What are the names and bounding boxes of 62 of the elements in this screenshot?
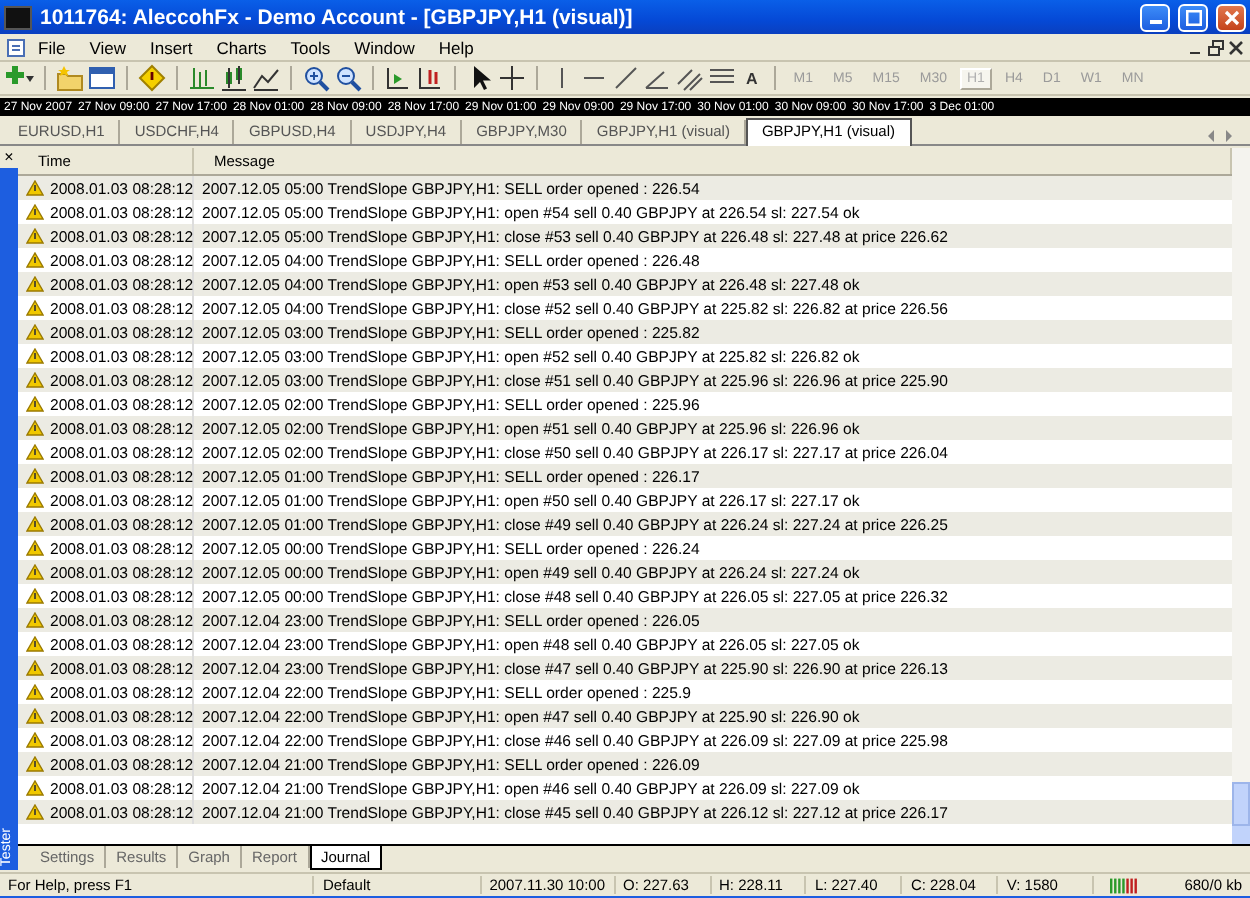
menu-item[interactable]: Charts: [204, 37, 279, 57]
warning-icon: [26, 756, 44, 772]
minimize-button[interactable]: [1140, 3, 1170, 31]
warning-icon: [26, 228, 44, 244]
candlestick-icon[interactable]: [220, 64, 248, 92]
warning-icon: [26, 684, 44, 700]
close-button[interactable]: [1216, 3, 1246, 31]
warning-icon: [26, 492, 44, 508]
connection-bars-icon: [1110, 877, 1141, 893]
bar-chart-icon[interactable]: [188, 64, 216, 92]
channel-icon[interactable]: [676, 64, 704, 92]
app-icon: [4, 5, 32, 29]
warning-icon: [26, 204, 44, 220]
menu-item[interactable]: Window: [342, 37, 427, 57]
text-tool[interactable]: A: [740, 69, 764, 87]
warning-icon: [26, 324, 44, 340]
warning-icon: [26, 804, 44, 820]
maximize-icon: [1185, 9, 1201, 25]
warning-icon: [26, 516, 44, 532]
menu-item[interactable]: Help: [426, 37, 486, 57]
folder-star-icon[interactable]: [56, 64, 84, 92]
warning-icon: [26, 276, 44, 292]
chart-shift-icon[interactable]: [384, 64, 412, 92]
window-title: 1011764: AleccohFx - Demo Account - [GBPJPY,H1 (visual)]: [40, 5, 635, 29]
warning-icon: [26, 660, 44, 676]
menu-item[interactable]: Insert: [137, 37, 205, 57]
warning-icon: [26, 588, 44, 604]
warning-icon: [26, 564, 44, 580]
menu-doc-icon: [6, 37, 26, 57]
close-icon[interactable]: [1228, 39, 1244, 55]
maximize-button[interactable]: [1178, 3, 1208, 31]
warning-icon: [26, 180, 44, 196]
line-chart-icon[interactable]: [252, 64, 280, 92]
crosshair-icon[interactable]: [498, 64, 526, 92]
warning-icon: [26, 612, 44, 628]
zoom-out-icon[interactable]: [334, 64, 362, 92]
window-icon[interactable]: [88, 64, 116, 92]
minimize-icon: [1149, 20, 1161, 24]
scrollbar[interactable]: [1232, 148, 1250, 844]
restore-icon[interactable]: [1208, 39, 1224, 55]
warning-icon: [26, 252, 44, 268]
menu-item[interactable]: View: [77, 37, 138, 57]
menu-item[interactable]: Tools: [278, 37, 343, 57]
warning-icon: [26, 708, 44, 724]
warning-icon: [26, 468, 44, 484]
warning-icon: [26, 372, 44, 388]
panel-close[interactable]: ×: [0, 148, 18, 168]
trend-line-icon[interactable]: [612, 64, 640, 92]
warning-icon: [26, 540, 44, 556]
autoscroll-icon[interactable]: [416, 64, 444, 92]
warning-icon: [26, 396, 44, 412]
warning-icon: [26, 300, 44, 316]
warning-icon: [26, 636, 44, 652]
close-icon: [1223, 9, 1239, 25]
warning-icon: [26, 444, 44, 460]
zoom-in-icon[interactable]: [302, 64, 330, 92]
diamond-icon[interactable]: [138, 64, 166, 92]
warning-icon: [26, 780, 44, 796]
menu-item[interactable]: File: [26, 37, 78, 57]
warning-icon: [26, 348, 44, 364]
warning-icon: [26, 420, 44, 436]
warning-icon: [26, 732, 44, 748]
